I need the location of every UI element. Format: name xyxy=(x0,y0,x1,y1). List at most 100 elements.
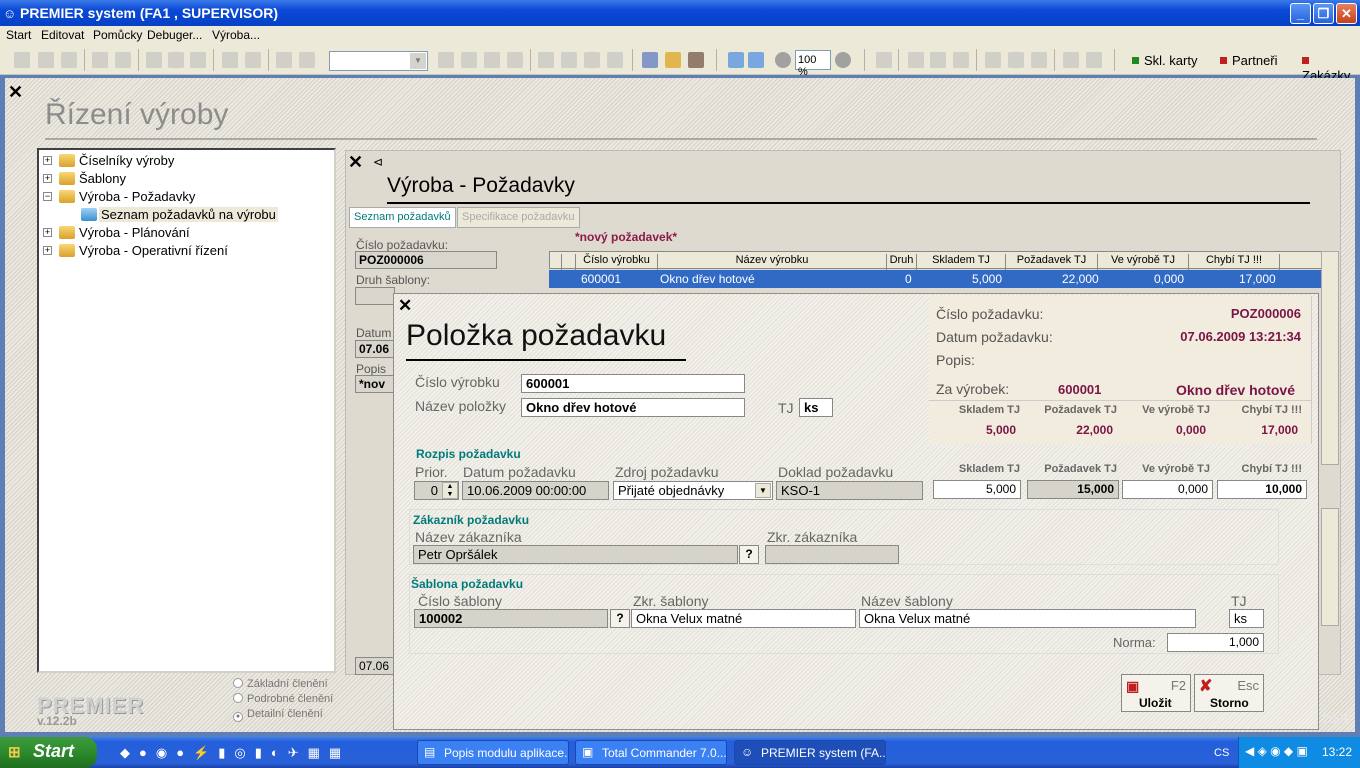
cancel-button[interactable]: ✘ Esc Storno xyxy=(1194,674,1264,712)
close-button[interactable]: ✕ xyxy=(1336,3,1357,24)
quick-launch-icons[interactable]: ◆●◉●⚡▮◎▮◐✈▦▦ xyxy=(120,745,350,761)
doklad-input[interactable]: KSO-1 xyxy=(776,481,923,500)
expand-icon[interactable]: + xyxy=(43,174,52,183)
col-cislo-vyrobku[interactable]: Číslo výrobku xyxy=(576,254,658,270)
wrench-icon[interactable] xyxy=(607,52,623,68)
copy-icon[interactable] xyxy=(168,52,184,68)
chevron-down-icon[interactable]: ▼ xyxy=(755,483,771,498)
zakaznik-lookup-button[interactable]: ? xyxy=(739,545,759,564)
radio-detailni[interactable]: ● Detailní členění xyxy=(233,708,323,722)
tool-icon[interactable] xyxy=(1063,52,1079,68)
exclamation-icon[interactable] xyxy=(276,52,292,68)
nazev-zakaznika-input[interactable]: Petr Opršálek xyxy=(413,545,738,564)
task-total-commander[interactable]: ▣ Total Commander 7.0... xyxy=(575,740,727,765)
nazev-polozky-input[interactable]: Okno dřev hotové xyxy=(521,398,745,417)
print-icon[interactable] xyxy=(92,52,108,68)
zoom-input[interactable]: 100 % xyxy=(795,50,831,78)
radio-podrobne[interactable]: Podrobné členění xyxy=(233,693,333,705)
connect-icon[interactable] xyxy=(561,52,577,68)
expand-icon[interactable]: + xyxy=(43,156,52,165)
form-icon[interactable] xyxy=(438,52,454,68)
zoom-in-icon[interactable] xyxy=(835,52,851,68)
cut-icon[interactable] xyxy=(146,52,162,68)
grid-icon[interactable] xyxy=(908,52,924,68)
col-chybi[interactable]: Chybí TJ !!! xyxy=(1189,254,1280,270)
paste-icon[interactable] xyxy=(190,52,206,68)
table-icon[interactable] xyxy=(584,52,600,68)
menu-debuger[interactable]: Debuger... xyxy=(147,28,202,42)
grid2-scrollbar[interactable] xyxy=(1321,508,1339,626)
col-nazev-vyrobku[interactable]: Název výrobku xyxy=(658,254,887,270)
task-premier[interactable]: ☺ PREMIER system (FA... xyxy=(734,740,886,765)
grid-scrollbar[interactable] xyxy=(1321,251,1339,465)
start-button[interactable]: ⊞ Start xyxy=(0,737,97,768)
tray-icons[interactable]: ◀ ◈ ◉ ◆ ▣ xyxy=(1245,744,1308,758)
tools-icon[interactable] xyxy=(538,52,554,68)
rozpis-v-pozadavek[interactable]: 15,000 xyxy=(1027,480,1119,499)
toolbar-combo[interactable]: ▼ xyxy=(329,51,428,71)
datum-pozadavku-input[interactable]: 10.06.2009 00:00:00 xyxy=(462,481,609,500)
settings-icon[interactable] xyxy=(1086,52,1102,68)
cislo-pozadavku-field[interactable]: POZ000006 xyxy=(355,251,497,269)
menu-pomucky[interactable]: Pomůcky xyxy=(93,28,142,42)
collapse-icon[interactable]: − xyxy=(43,192,52,201)
language-indicator[interactable]: CS xyxy=(1214,747,1229,759)
redo-icon[interactable] xyxy=(245,52,261,68)
edit-icon[interactable] xyxy=(299,52,315,68)
book-icon[interactable] xyxy=(642,52,658,68)
new-icon[interactable] xyxy=(14,52,30,68)
nazev-sablony-input[interactable]: Okna Velux matné xyxy=(859,609,1196,628)
druh-sablony-field[interactable] xyxy=(355,287,395,305)
tj-input[interactable]: ks xyxy=(799,398,833,417)
chevron-down-icon[interactable]: ▼ xyxy=(410,53,426,69)
layout2-icon[interactable] xyxy=(748,52,764,68)
popis-field[interactable]: *nov xyxy=(355,375,395,393)
cislo-vyrobku-input[interactable]: 600001 xyxy=(521,374,745,393)
task-popis-modulu[interactable]: ▤ Popis modulu aplikace... xyxy=(417,740,569,765)
folder-icon[interactable] xyxy=(665,52,681,68)
sablona-lookup-button[interactable]: ? xyxy=(610,609,630,628)
grid2-icon[interactable] xyxy=(930,52,946,68)
layout-icon[interactable] xyxy=(728,52,744,68)
network-icon[interactable] xyxy=(953,52,969,68)
col-druh[interactable]: Druh xyxy=(887,254,917,270)
print-preview-icon[interactable] xyxy=(115,52,131,68)
hammer-icon[interactable] xyxy=(985,52,1001,68)
col-pozadavek[interactable]: Požadavek TJ xyxy=(1006,254,1098,270)
undo-icon[interactable] xyxy=(222,52,238,68)
expand-icon[interactable]: + xyxy=(43,228,52,237)
expand-icon[interactable]: + xyxy=(43,246,52,255)
menu-vyroba[interactable]: Výroba... xyxy=(212,28,260,42)
restore-button[interactable]: ❐ xyxy=(1313,3,1334,24)
menu-start[interactable]: Start xyxy=(6,28,31,42)
datum-field[interactable]: 07.06 xyxy=(355,340,395,358)
zdroj-select[interactable]: Přijaté objednávky xyxy=(613,481,773,500)
globe-icon[interactable] xyxy=(1008,52,1024,68)
col-ve-vyrobe[interactable]: Ve výrobě TJ xyxy=(1098,254,1189,270)
save-button[interactable]: ▣ F2 Uložit xyxy=(1121,674,1191,712)
menu-editovat[interactable]: Editovat xyxy=(41,28,84,42)
stepper-arrows-icon[interactable]: ▲ ▼ xyxy=(442,482,458,499)
close-dialog-icon[interactable]: ✕ xyxy=(398,296,412,316)
table-row[interactable]: 600001 Okno dřev hotové 0 5,000 22,000 0… xyxy=(549,270,1322,288)
save-icon[interactable] xyxy=(61,52,77,68)
close-module-icon[interactable]: ✕ xyxy=(8,82,23,103)
filter-icon[interactable] xyxy=(461,52,477,68)
cislo-sablony-input[interactable]: 100002 xyxy=(414,609,608,628)
sablona-tj-input[interactable]: ks xyxy=(1229,609,1264,628)
tree-icon[interactable] xyxy=(876,52,892,68)
tab-seznam[interactable]: Seznam požadavků xyxy=(349,207,456,228)
list-icon[interactable] xyxy=(1031,52,1047,68)
user-icon[interactable] xyxy=(688,52,704,68)
link-partneri[interactable]: Partneři xyxy=(1220,53,1278,68)
pin-icon[interactable]: ⊲ xyxy=(373,155,383,169)
zkr-sablony-input[interactable]: Okna Velux matné xyxy=(631,609,856,628)
tab-specifikace[interactable]: Specifikace požadavku xyxy=(457,207,580,228)
radio-zakladni[interactable]: Základní členění xyxy=(233,678,328,690)
col-skladem[interactable]: Skladem TJ xyxy=(917,254,1006,270)
find-icon[interactable] xyxy=(507,52,523,68)
norma-input[interactable]: 1,000 xyxy=(1167,633,1264,652)
export-icon[interactable] xyxy=(484,52,500,68)
close-panel-icon[interactable]: ✕ xyxy=(348,152,363,173)
minimize-button[interactable]: _ xyxy=(1290,3,1311,24)
